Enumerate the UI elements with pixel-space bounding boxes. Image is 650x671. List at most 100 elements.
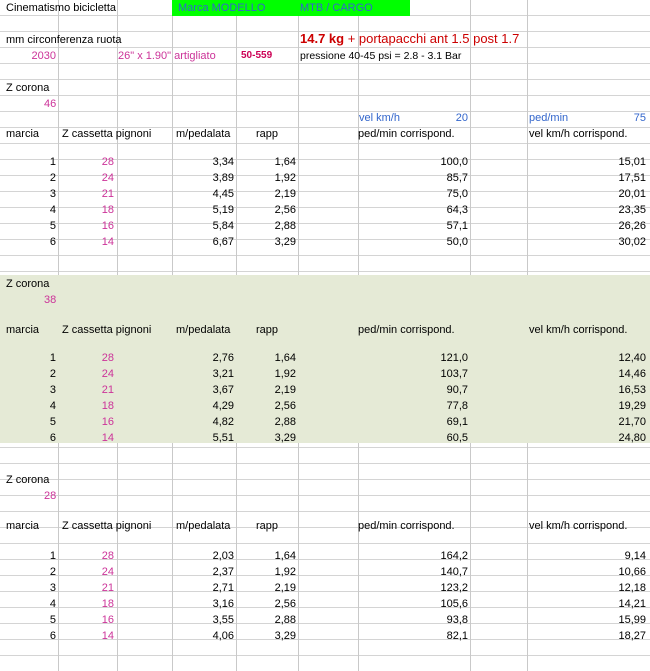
cell-rapp[interactable]: 3,29 [238, 430, 296, 446]
cell-vel[interactable]: 18,27 [529, 628, 646, 644]
z-corona-value[interactable]: 38 [44, 292, 56, 308]
brand-value[interactable]: MTB / CARGO [300, 0, 373, 16]
cell-z[interactable]: 28 [60, 548, 114, 564]
col-header-m-pedalata[interactable]: m/pedalata [176, 322, 230, 338]
cell-ped[interactable]: 103,7 [360, 366, 468, 382]
cell-z[interactable]: 16 [60, 218, 114, 234]
col-header-ped-corr[interactable]: ped/min corrispond. [358, 126, 455, 142]
z-corona-value[interactable]: 28 [44, 488, 56, 504]
cell-marcia[interactable]: 2 [0, 170, 56, 186]
cell-m-pedalata[interactable]: 3,89 [174, 170, 234, 186]
cell-vel[interactable]: 14,46 [529, 366, 646, 382]
cell-marcia[interactable]: 2 [0, 366, 56, 382]
cell-marcia[interactable]: 5 [0, 218, 56, 234]
cell-z[interactable]: 16 [60, 612, 114, 628]
vel-input-label[interactable]: vel km/h [359, 110, 400, 126]
z-corona-label[interactable]: Z corona [6, 276, 49, 292]
cell-z[interactable]: 18 [60, 596, 114, 612]
cell-marcia[interactable]: 1 [0, 548, 56, 564]
cell-m-pedalata[interactable]: 4,45 [174, 186, 234, 202]
cell-rapp[interactable]: 1,92 [238, 170, 296, 186]
col-header-vel-corr[interactable]: vel km/h corrispond. [529, 126, 627, 142]
col-header-m-pedalata[interactable]: m/pedalata [176, 518, 230, 534]
col-header-m-pedalata[interactable]: m/pedalata [176, 126, 230, 142]
col-header-marcia[interactable]: marcia [6, 126, 39, 142]
cell-rapp[interactable]: 3,29 [238, 234, 296, 250]
cell-z[interactable]: 14 [60, 628, 114, 644]
cell-rapp[interactable]: 2,88 [238, 218, 296, 234]
cell-marcia[interactable]: 6 [0, 234, 56, 250]
cell-ped[interactable]: 60,5 [360, 430, 468, 446]
cell-rapp[interactable]: 1,64 [238, 350, 296, 366]
cell-marcia[interactable]: 2 [0, 564, 56, 580]
cell-vel[interactable]: 15,99 [529, 612, 646, 628]
cell-m-pedalata[interactable]: 4,06 [174, 628, 234, 644]
circumference-value[interactable]: 2030 [0, 48, 56, 64]
cell-rapp[interactable]: 2,19 [238, 382, 296, 398]
spreadsheet-grid[interactable]: Cinematismo bicicletta Marca MODELLO MTB… [0, 0, 650, 671]
cell-marcia[interactable]: 4 [0, 596, 56, 612]
cell-vel[interactable]: 12,40 [529, 350, 646, 366]
cell-rapp[interactable]: 1,64 [238, 548, 296, 564]
cell-vel[interactable]: 26,26 [529, 218, 646, 234]
cell-m-pedalata[interactable]: 3,16 [174, 596, 234, 612]
cell-marcia[interactable]: 1 [0, 154, 56, 170]
cell-marcia[interactable]: 3 [0, 580, 56, 596]
z-corona-label[interactable]: Z corona [6, 80, 49, 96]
cell-ped[interactable]: 82,1 [360, 628, 468, 644]
cell-vel[interactable]: 24,80 [529, 430, 646, 446]
cell-z[interactable]: 16 [60, 414, 114, 430]
tire-size[interactable]: 26" x 1.90" artigliato [118, 48, 216, 64]
col-header-marcia[interactable]: marcia [6, 322, 39, 338]
cell-z[interactable]: 24 [60, 170, 114, 186]
cell-ped[interactable]: 57,1 [360, 218, 468, 234]
cell-ped[interactable]: 75,0 [360, 186, 468, 202]
cell-marcia[interactable]: 6 [0, 628, 56, 644]
vel-input-value[interactable]: 20 [430, 110, 468, 126]
cell-z[interactable]: 24 [60, 564, 114, 580]
col-header-marcia[interactable]: marcia [6, 518, 39, 534]
cell-marcia[interactable]: 6 [0, 430, 56, 446]
cell-marcia[interactable]: 1 [0, 350, 56, 366]
cell-z[interactable]: 21 [60, 186, 114, 202]
cell-marcia[interactable]: 4 [0, 202, 56, 218]
col-header-rapp[interactable]: rapp [256, 518, 278, 534]
cell-marcia[interactable]: 3 [0, 382, 56, 398]
cell-ped[interactable]: 90,7 [360, 382, 468, 398]
col-header-cassetta[interactable]: Z cassetta pignoni [62, 126, 151, 142]
cell-ped[interactable]: 121,0 [360, 350, 468, 366]
cell-vel[interactable]: 10,66 [529, 564, 646, 580]
cell-vel[interactable]: 16,53 [529, 382, 646, 398]
z-corona-value[interactable]: 46 [44, 96, 56, 112]
cell-ped[interactable]: 105,6 [360, 596, 468, 612]
cell-vel[interactable]: 9,14 [529, 548, 646, 564]
circumference-label[interactable]: mm circonferenza ruota [6, 32, 122, 48]
ped-input-value[interactable]: 75 [600, 110, 646, 126]
col-header-vel-corr[interactable]: vel km/h corrispond. [529, 518, 627, 534]
cell-marcia[interactable]: 4 [0, 398, 56, 414]
cell-m-pedalata[interactable]: 4,29 [174, 398, 234, 414]
cell-z[interactable]: 14 [60, 234, 114, 250]
cell-m-pedalata[interactable]: 5,51 [174, 430, 234, 446]
cell-m-pedalata[interactable]: 3,34 [174, 154, 234, 170]
z-corona-label[interactable]: Z corona [6, 472, 49, 488]
tire-pressure[interactable]: pressione 40-45 psi = 2.8 - 3.1 Bar [300, 48, 461, 64]
cell-rapp[interactable]: 1,92 [238, 366, 296, 382]
cell-m-pedalata[interactable]: 2,37 [174, 564, 234, 580]
cell-m-pedalata[interactable]: 5,19 [174, 202, 234, 218]
cell-marcia[interactable]: 5 [0, 612, 56, 628]
cell-ped[interactable]: 164,2 [360, 548, 468, 564]
cell-m-pedalata[interactable]: 3,55 [174, 612, 234, 628]
cell-rapp[interactable]: 2,56 [238, 398, 296, 414]
cell-marcia[interactable]: 3 [0, 186, 56, 202]
cell-ped[interactable]: 85,7 [360, 170, 468, 186]
ped-input-label[interactable]: ped/min [529, 110, 568, 126]
etrto-code[interactable]: 50-559 [241, 48, 272, 64]
cell-z[interactable]: 28 [60, 154, 114, 170]
cell-vel[interactable]: 12,18 [529, 580, 646, 596]
cell-m-pedalata[interactable]: 5,84 [174, 218, 234, 234]
cell-rapp[interactable]: 1,64 [238, 154, 296, 170]
col-header-rapp[interactable]: rapp [256, 322, 278, 338]
cell-z[interactable]: 18 [60, 398, 114, 414]
col-header-cassetta[interactable]: Z cassetta pignoni [62, 518, 151, 534]
